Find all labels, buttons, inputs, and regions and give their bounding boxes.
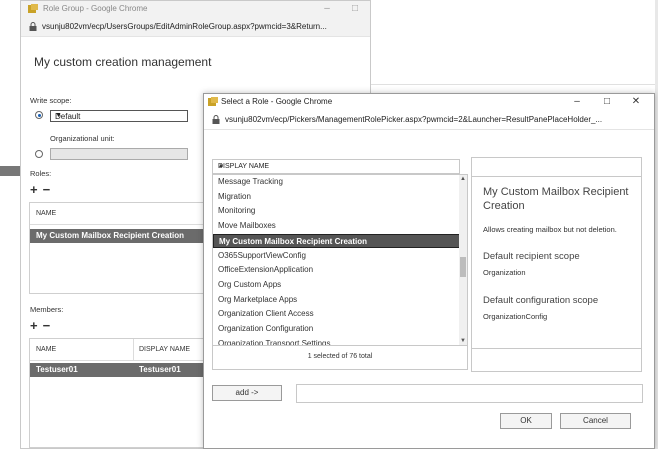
role-description: Allows creating mailbox but not deletion… bbox=[483, 225, 617, 234]
list-item[interactable]: Message Tracking bbox=[213, 175, 460, 189]
add-member-icon[interactable]: + bbox=[30, 318, 43, 333]
exchange-app-icon bbox=[28, 4, 38, 13]
minimize-icon[interactable]: – bbox=[320, 3, 334, 15]
remove-member-icon[interactable]: − bbox=[43, 318, 56, 333]
members-grid-divider bbox=[30, 360, 208, 361]
recipient-scope-value: Organization bbox=[483, 268, 526, 277]
scroll-up-icon[interactable]: ▲ bbox=[459, 175, 467, 183]
members-column-divider bbox=[133, 339, 134, 360]
minimize-icon[interactable]: – bbox=[570, 96, 584, 108]
roles-grid-divider bbox=[30, 224, 208, 225]
background-tab bbox=[0, 166, 20, 176]
roles-toolbar: +− bbox=[30, 182, 55, 197]
sort-ascending-icon[interactable]: ▲ bbox=[218, 163, 453, 169]
config-scope-value: OrganizationConfig bbox=[483, 312, 548, 321]
add-role-icon[interactable]: + bbox=[30, 182, 43, 197]
member-name-cell: Testuser01 bbox=[36, 365, 78, 374]
role-group-url: vsunju802vm/ecp/UsersGroups/EditAdminRol… bbox=[42, 22, 327, 31]
page-title: My custom creation management bbox=[34, 55, 212, 69]
default-scope-radio[interactable] bbox=[35, 111, 43, 119]
recipient-scope-heading: Default recipient scope bbox=[483, 251, 580, 262]
select-role-address-bar[interactable]: vsunju802vm/ecp/Pickers/ManagementRolePi… bbox=[204, 111, 654, 130]
org-unit-radio[interactable] bbox=[35, 150, 43, 158]
maximize-icon[interactable]: □ bbox=[600, 96, 614, 108]
role-details-title: My Custom Mailbox Recipient Creation bbox=[483, 186, 629, 212]
members-grid: NAME DISPLAY NAME Testuser01 Testuser01 bbox=[29, 338, 209, 448]
details-footer bbox=[471, 348, 642, 372]
list-item[interactable]: Org Custom Apps bbox=[213, 278, 460, 292]
org-unit-input[interactable] bbox=[50, 148, 188, 160]
background-divider bbox=[371, 84, 658, 85]
member-display-name-cell: Testuser01 bbox=[139, 365, 181, 374]
table-row[interactable]: My Custom Mailbox Recipient Creation bbox=[30, 229, 208, 243]
search-input[interactable] bbox=[471, 157, 642, 177]
list-item-selected[interactable]: My Custom Mailbox Recipient Creation bbox=[213, 233, 460, 248]
members-name-header[interactable]: NAME bbox=[36, 346, 56, 353]
display-name-column-header[interactable]: DISPLAY NAME ▲ bbox=[212, 159, 460, 174]
org-unit-label: Organizational unit: bbox=[50, 134, 115, 143]
list-item[interactable]: Organization Client Access bbox=[213, 307, 460, 321]
lock-icon bbox=[29, 22, 37, 31]
config-scope-heading: Default configuration scope bbox=[483, 295, 599, 306]
added-roles-field[interactable] bbox=[296, 384, 643, 403]
scroll-down-icon[interactable]: ▼ bbox=[459, 337, 467, 345]
lock-icon bbox=[212, 115, 220, 124]
cancel-button[interactable]: Cancel bbox=[560, 413, 631, 429]
role-group-titlebar[interactable]: Role Group - Google Chrome – □ bbox=[21, 1, 370, 18]
list-item[interactable]: O365SupportViewConfig bbox=[213, 249, 460, 263]
members-toolbar: +− bbox=[30, 318, 55, 333]
list-item[interactable]: Migration bbox=[213, 190, 460, 204]
exchange-app-icon bbox=[208, 97, 218, 106]
role-list-scrollbar[interactable]: ▲ ▼ bbox=[459, 175, 467, 345]
select-role-url: vsunju802vm/ecp/Pickers/ManagementRolePi… bbox=[225, 115, 603, 124]
table-row[interactable]: Testuser01 Testuser01 bbox=[30, 363, 208, 377]
remove-role-icon[interactable]: − bbox=[43, 182, 56, 197]
roles-label: Roles: bbox=[30, 169, 52, 178]
write-scope-label: Write scope: bbox=[30, 96, 72, 105]
list-item[interactable]: Organization Configuration bbox=[213, 322, 460, 336]
role-details-pane: My Custom Mailbox Recipient Creation All… bbox=[471, 177, 642, 348]
list-item[interactable]: Org Marketplace Apps bbox=[213, 293, 460, 307]
scroll-thumb[interactable] bbox=[460, 257, 466, 277]
close-icon[interactable]: ✕ bbox=[629, 96, 643, 108]
list-item[interactable]: Move Mailboxes bbox=[213, 219, 460, 233]
list-item[interactable]: Organization Transport Settings bbox=[213, 337, 460, 345]
maximize-icon[interactable]: □ bbox=[348, 3, 362, 15]
role-group-window-title: Role Group - Google Chrome bbox=[43, 4, 148, 13]
select-role-window: Select a Role - Google Chrome – □ ✕ vsun… bbox=[203, 93, 655, 449]
role-group-address-bar[interactable]: vsunju802vm/ecp/UsersGroups/EditAdminRol… bbox=[21, 18, 370, 37]
list-item[interactable]: OfficeExtensionApplication bbox=[213, 263, 460, 277]
roles-column-header[interactable]: NAME bbox=[36, 210, 56, 217]
role-name-cell: My Custom Mailbox Recipient Creation bbox=[36, 231, 185, 240]
select-role-window-title: Select a Role - Google Chrome bbox=[221, 97, 333, 106]
role-list: Message Tracking Migration Monitoring Mo… bbox=[212, 174, 468, 346]
list-item[interactable]: Monitoring bbox=[213, 204, 460, 218]
roles-grid: NAME My Custom Mailbox Recipient Creatio… bbox=[29, 202, 209, 294]
members-display-name-header[interactable]: DISPLAY NAME bbox=[139, 346, 190, 353]
add-button[interactable]: add -> bbox=[212, 385, 282, 401]
chevron-down-icon: ▼ bbox=[55, 112, 62, 119]
ok-button[interactable]: OK bbox=[500, 413, 552, 429]
selection-count-text: 1 selected of 76 total bbox=[307, 353, 373, 360]
select-role-titlebar[interactable]: Select a Role - Google Chrome – □ ✕ bbox=[204, 94, 654, 111]
members-label: Members: bbox=[30, 305, 64, 314]
selection-status: 1 selected of 76 total bbox=[212, 346, 468, 370]
write-scope-select[interactable]: Default ▼ bbox=[50, 110, 188, 122]
